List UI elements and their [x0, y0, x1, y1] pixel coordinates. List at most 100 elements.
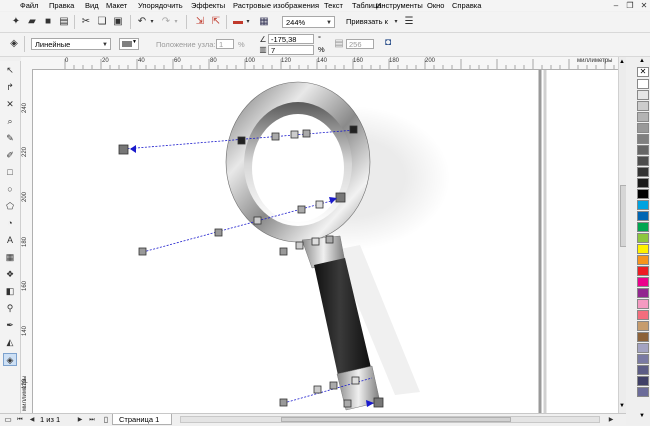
- scroll-up-icon[interactable]: ▲: [619, 59, 625, 65]
- new-document-icon[interactable]: ✦: [10, 16, 22, 28]
- steps-lock-icon[interactable]: ▤: [333, 38, 345, 50]
- horizontal-scroll-thumb[interactable]: [281, 417, 511, 422]
- polygon-tool-icon[interactable]: ⬠: [3, 200, 17, 213]
- color-swatch[interactable]: [637, 332, 649, 342]
- snap-to-label[interactable]: Привязать к: [346, 16, 388, 27]
- color-swatch[interactable]: [637, 310, 649, 320]
- magnifier-drawing[interactable]: [33, 70, 618, 413]
- print-icon[interactable]: ▤: [58, 16, 70, 28]
- interactive-tool-icon[interactable]: ◧: [3, 285, 17, 298]
- cut-icon[interactable]: ✂: [80, 16, 92, 28]
- export-icon[interactable]: ⇱: [210, 16, 222, 28]
- color-swatch[interactable]: [637, 343, 649, 353]
- color-swatch[interactable]: [637, 266, 649, 276]
- menu-effects[interactable]: Эффекты: [191, 0, 225, 11]
- close-icon[interactable]: ✕: [638, 1, 650, 10]
- paste-icon[interactable]: ▣: [112, 16, 124, 28]
- color-swatch[interactable]: [637, 189, 649, 199]
- horizontal-ruler[interactable]: 0 20 40 60 80 100 120 140 160 180 200 ми…: [21, 57, 618, 70]
- color-swatch[interactable]: [637, 167, 649, 177]
- redo-dropdown-icon[interactable]: ▾: [170, 16, 182, 28]
- color-swatch[interactable]: [637, 299, 649, 309]
- pick-tool-icon[interactable]: ↖: [3, 64, 17, 77]
- menu-tools[interactable]: Инструменты: [376, 0, 423, 11]
- color-swatch[interactable]: [637, 211, 649, 221]
- menu-window[interactable]: Окно: [427, 0, 444, 11]
- copy-fill-icon[interactable]: ◘: [382, 37, 394, 49]
- color-swatch[interactable]: [637, 134, 649, 144]
- tab-page-1[interactable]: Страница 1: [112, 414, 172, 425]
- zoom-level-select[interactable]: 244% ▼: [282, 16, 335, 28]
- color-swatch[interactable]: [637, 112, 649, 122]
- open-folder-icon[interactable]: ▰: [26, 16, 38, 28]
- prev-page-icon[interactable]: ◀: [26, 414, 38, 426]
- node-position-field[interactable]: 1: [216, 39, 234, 49]
- color-swatch[interactable]: [637, 244, 649, 254]
- next-page-icon[interactable]: ▶: [74, 414, 86, 426]
- minimize-icon[interactable]: –: [610, 1, 622, 10]
- color-swatch[interactable]: [637, 79, 649, 89]
- color-swatch[interactable]: [637, 200, 649, 210]
- menu-layout[interactable]: Макет: [106, 0, 127, 11]
- menu-help[interactable]: Справка: [452, 0, 481, 11]
- first-page-icon[interactable]: ⏮: [14, 414, 26, 426]
- smart-fill-tool-icon[interactable]: ✐: [3, 149, 17, 162]
- basic-shapes-tool-icon[interactable]: ◔: [3, 217, 17, 230]
- color-swatch[interactable]: [637, 101, 649, 111]
- color-swatch[interactable]: [637, 321, 649, 331]
- eyedropper-tool-icon[interactable]: ⚲: [3, 302, 17, 315]
- color-swatch[interactable]: [637, 255, 649, 265]
- color-swatch[interactable]: [637, 365, 649, 375]
- color-swatch[interactable]: [637, 387, 649, 397]
- color-swatch[interactable]: [637, 233, 649, 243]
- undo-dropdown-icon[interactable]: ▾: [146, 16, 158, 28]
- color-swatch[interactable]: [637, 277, 649, 287]
- color-swatch[interactable]: [637, 156, 649, 166]
- angle-field[interactable]: -175,38: [268, 34, 314, 44]
- edge-pad-field[interactable]: 7: [268, 45, 314, 55]
- palette-scroll-up-icon[interactable]: ▲: [639, 58, 645, 64]
- ellipse-tool-icon[interactable]: ○: [3, 183, 17, 196]
- scroll-right-icon[interactable]: ▶: [605, 414, 617, 426]
- horizontal-scrollbar[interactable]: [180, 416, 600, 423]
- save-icon[interactable]: ■: [42, 16, 54, 28]
- drawing-canvas[interactable]: [33, 70, 618, 413]
- table-tool-icon[interactable]: ▦: [3, 251, 17, 264]
- color-swatch[interactable]: [637, 376, 649, 386]
- no-color-swatch[interactable]: ✕: [637, 67, 649, 77]
- vertical-scrollbar[interactable]: ▲ ▼: [618, 57, 627, 413]
- menu-file[interactable]: Файл: [20, 0, 38, 11]
- steps-field[interactable]: 256: [346, 39, 374, 49]
- fill-bucket-tool-icon[interactable]: ◭: [3, 336, 17, 349]
- color-swatch[interactable]: [637, 222, 649, 232]
- fill-color-picker[interactable]: ▼: [119, 38, 139, 50]
- menu-arrange[interactable]: Упорядочить: [138, 0, 183, 11]
- outline-tool-icon[interactable]: ✒: [3, 319, 17, 332]
- fountain-type-select[interactable]: Линейные ▼: [31, 38, 111, 50]
- color-swatch[interactable]: [637, 288, 649, 298]
- menu-text[interactable]: Текст: [324, 0, 343, 11]
- menu-bitmaps[interactable]: Растровые изображения: [233, 0, 319, 11]
- color-swatch[interactable]: [637, 354, 649, 364]
- menu-edit[interactable]: Правка: [49, 0, 74, 11]
- restore-icon[interactable]: ❐: [624, 1, 636, 10]
- freehand-tool-icon[interactable]: ✎: [3, 132, 17, 145]
- welcome-screen-icon[interactable]: ▦: [258, 16, 270, 28]
- color-swatch[interactable]: [637, 178, 649, 188]
- color-swatch[interactable]: [637, 123, 649, 133]
- scroll-down-icon[interactable]: ▼: [619, 403, 625, 409]
- snap-dropdown-icon[interactable]: ▾: [390, 16, 402, 28]
- palette-scroll-down-icon[interactable]: ▼: [639, 413, 645, 419]
- menu-view[interactable]: Вид: [85, 0, 99, 11]
- last-page-icon[interactable]: ⏭: [86, 414, 98, 426]
- options-icon[interactable]: ☰: [403, 16, 415, 28]
- zoom-tool-icon[interactable]: ⌕: [3, 115, 17, 128]
- shape-tool-icon[interactable]: ↱: [3, 81, 17, 94]
- import-icon[interactable]: ⇲: [194, 16, 206, 28]
- blend-tool-icon[interactable]: ❖: [3, 268, 17, 281]
- vertical-ruler[interactable]: 240 220 200 180 160 140 120 миллиметры: [21, 69, 33, 413]
- color-swatch[interactable]: [637, 145, 649, 155]
- add-page-icon[interactable]: ▯: [100, 414, 112, 426]
- copy-icon[interactable]: ❏: [96, 16, 108, 28]
- text-tool-icon[interactable]: A: [3, 234, 17, 247]
